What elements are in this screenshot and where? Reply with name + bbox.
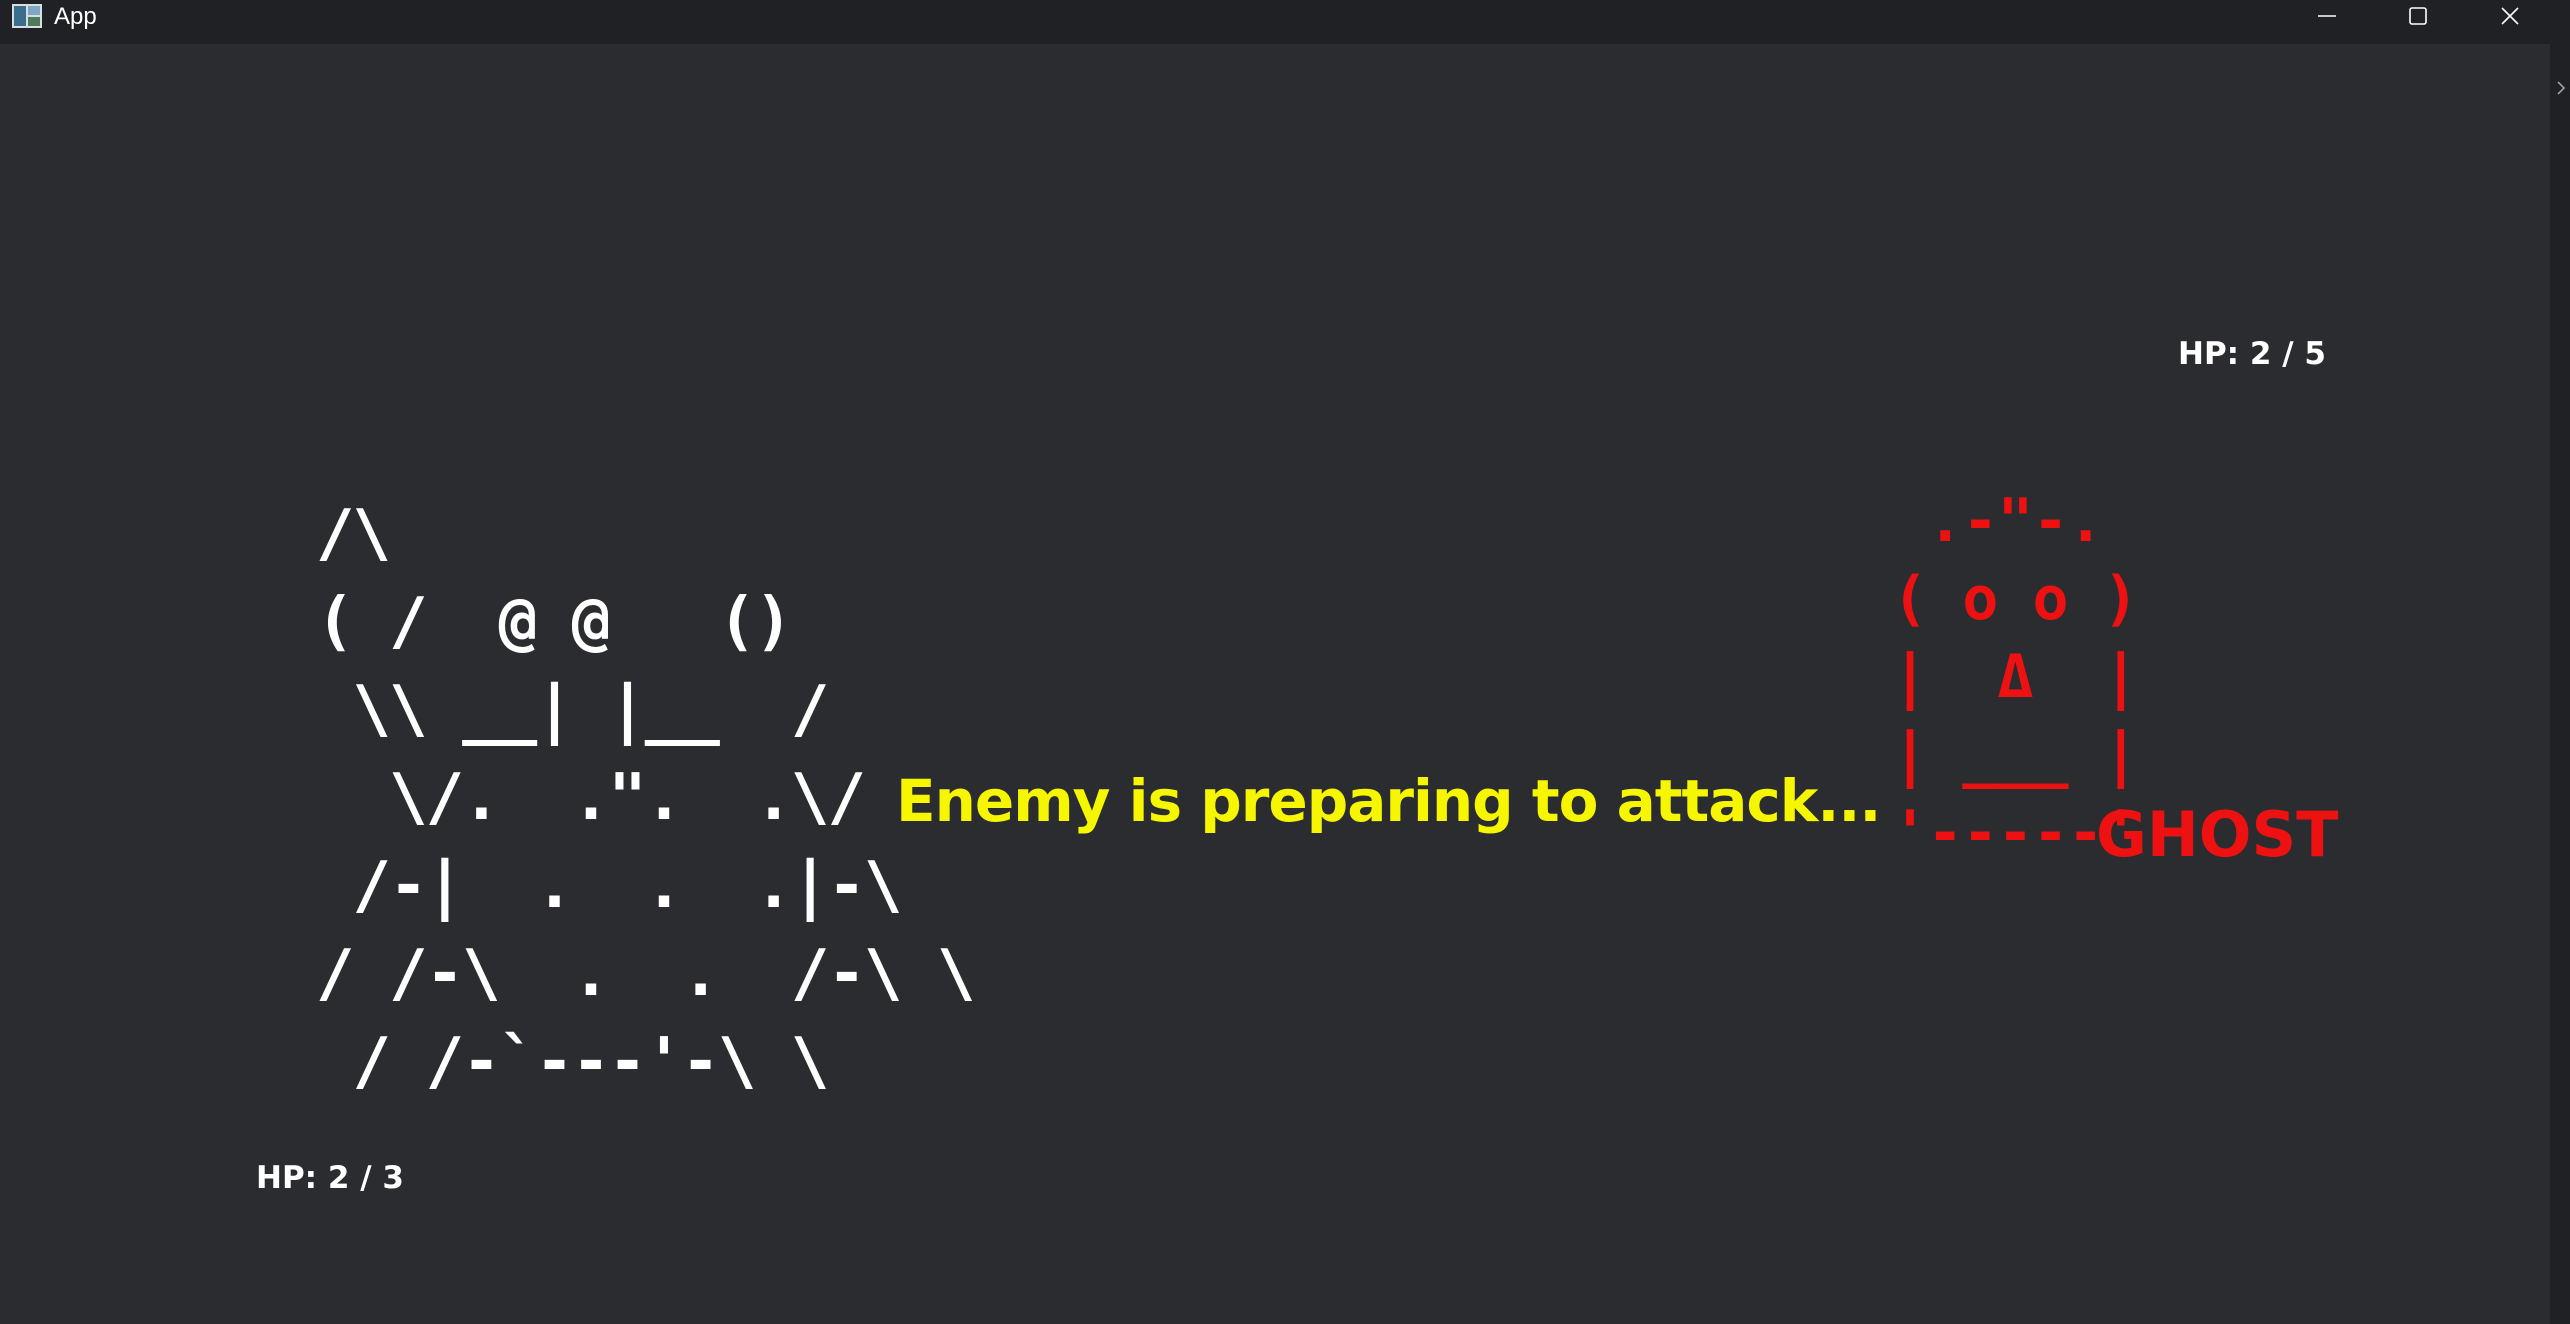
window-title: App	[54, 3, 97, 30]
app-window: App HP: 2 / 5 /\ ( / @ @ () \\ __| |__ /…	[0, 0, 2570, 1324]
minimize-button[interactable]	[2282, 0, 2372, 32]
minimize-icon	[2316, 5, 2338, 27]
title-bar[interactable]: App	[0, 0, 2570, 44]
battle-status-message: Enemy is preparing to attack...	[896, 767, 1881, 835]
player-ascii-art: /\ ( / @ @ () \\ __| |__ / \/. .". .\/ /…	[316, 497, 976, 1099]
scroll-up-icon[interactable]	[2556, 72, 2566, 102]
vertical-scrollbar[interactable]	[2550, 44, 2570, 1324]
maximize-button[interactable]	[2373, 0, 2463, 32]
enemy-hp-label: HP: 2 / 5	[2178, 336, 2326, 372]
close-button[interactable]	[2465, 0, 2555, 32]
player-hp-label: HP: 2 / 3	[256, 1160, 404, 1196]
app-icon	[12, 4, 42, 28]
enemy-name: GHOST	[2096, 798, 2339, 871]
close-icon	[2499, 5, 2521, 27]
maximize-icon	[2407, 5, 2429, 27]
